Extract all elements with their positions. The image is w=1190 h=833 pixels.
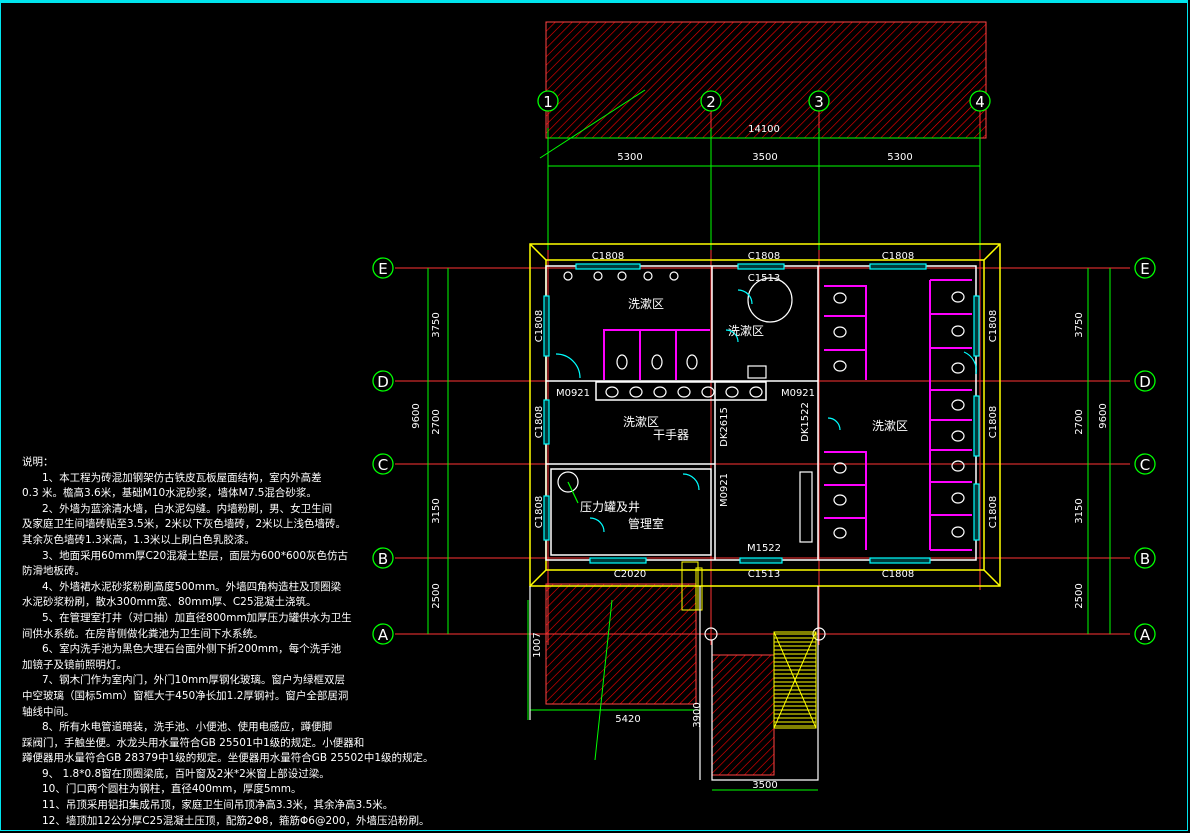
note-line: 3、地面采用60mm厚C20混凝土垫层，面层为600*600灰色仿古 — [42, 549, 349, 562]
note-line: 8、所有水电管道暗装，洗手池、小便池、使用电感应，蹲便脚 — [42, 721, 333, 734]
lower-hatch-area-left — [545, 583, 697, 705]
dim-row-d-c-left: 2700 — [431, 409, 442, 434]
window-left-lower: C1808 — [534, 496, 545, 528]
door-dk-left: DK2615 — [719, 407, 730, 447]
interior-walls — [545, 265, 977, 561]
lower-hatch-area-right — [711, 654, 775, 776]
dim-bottom-width: 5420 — [615, 714, 640, 725]
note-line: 10、门口两个圆柱为钢柱，直径400mm，厚度5mm。 — [42, 783, 302, 796]
note-line: 防滑地板砖。 — [22, 565, 85, 578]
dim-mid-vertical: 3900 — [692, 702, 703, 727]
axis-row-d-right: D — [1139, 373, 1151, 391]
roof-hatch-area — [545, 21, 987, 139]
room-wash-upper-left: 洗漱区 — [628, 297, 664, 311]
axis-row-e-right: E — [1140, 260, 1149, 278]
window-bottom-mid: C1513 — [748, 569, 780, 580]
dim-total-depth-right: 9600 — [1098, 403, 1109, 428]
dim-ramp-width: 3500 — [752, 780, 777, 791]
window-bottom-right: C1808 — [882, 569, 914, 580]
door-swings — [555, 289, 977, 533]
dim-bay-1: 5300 — [617, 152, 642, 163]
note-line: 水泥砂浆粉刷，散水300mm宽、80mm厚、C25混凝土浇筑。 — [22, 596, 317, 609]
dim-row-d-c-right: 2700 — [1074, 409, 1085, 434]
window-left-mid: C1808 — [534, 406, 545, 438]
axis-row-b-right: B — [1140, 550, 1150, 568]
axis-col-1: 1 — [543, 93, 553, 111]
axis-col-3: 3 — [814, 93, 824, 111]
dim-bay-3: 5300 — [887, 152, 912, 163]
window-top-left: C1808 — [592, 251, 624, 262]
room-wash-center: 洗漱区 — [728, 324, 764, 338]
room-pressure-tank: 压力罐及井 — [580, 500, 640, 514]
design-notes: 说明： 1、本工程为砖混加钢架仿古铁皮瓦板屋面结构，室内外高差 0.3 米。檐高3.… — [22, 455, 492, 829]
dim-row-e-d-left: 3750 — [431, 312, 442, 337]
window-right-mid: C1808 — [988, 406, 999, 438]
window-top-right: C1808 — [882, 251, 914, 262]
dim-row-b-a-right: 2500 — [1074, 583, 1085, 608]
note-line: 2、外墙为蓝涂清水墙，白水泥勾缝。内墙粉刷，男、女卫生间 — [42, 502, 333, 515]
note-line: 1、本工程为砖混加钢架仿古铁皮瓦板屋面结构，室内外高差 — [42, 471, 322, 484]
room-management: 管理室 — [628, 516, 664, 531]
window-bottom-left: C2020 — [614, 569, 646, 580]
axis-row-d-left: D — [377, 373, 389, 391]
axis-row-c-right: C — [1140, 456, 1150, 474]
note-line: 及家庭卫生间墙砖贴至3.5米，2米以下灰色墙砖，2米以上浅色墙砖。 — [22, 518, 347, 531]
room-wash-middle: 洗漱区 — [623, 415, 659, 429]
note-line: 加镜子及镜前照明灯。 — [22, 658, 127, 671]
door-mid: M0921 — [781, 388, 815, 399]
dim-total-width: 14100 — [748, 124, 780, 135]
note-line: 踩阀门，手触坐便。水龙头用水量符合GB 25501中1级的规定。小便器和 — [22, 736, 365, 749]
window-right-lower: C1808 — [988, 496, 999, 528]
dim-bay-2: 3500 — [752, 152, 777, 163]
note-line: 5、在管理室打井（对口抽）加直径800mm加厚压力罐供水为卫生 — [42, 611, 352, 624]
stall-partitions — [603, 279, 972, 551]
note-line: 11、吊顶采用铝扣集成吊顶，家庭卫生间吊顶净高3.3米，其余净高3.5米。 — [42, 799, 394, 812]
note-line: 7、钢木门作为室内门，外门10mm厚钢化玻璃。窗户为绿框双层 — [42, 674, 345, 687]
dim-left-vertical: 1007 — [532, 632, 543, 657]
note-line: 0.3 米。檐高3.6米，基础M10水泥砂浆，墙体M7.5混合砂浆。 — [22, 487, 317, 500]
axis-col-4: 4 — [975, 93, 985, 111]
window-left-upper: C1808 — [534, 310, 545, 342]
dim-total-depth-left: 9600 — [411, 403, 422, 428]
door-main: M1522 — [747, 543, 781, 554]
room-hand-dryer: 干手器 — [653, 428, 689, 442]
note-line: 4、外墙裙水泥砂浆粉刷高度500mm。外墙四角构造柱及顶圈梁 — [42, 580, 342, 593]
note-line: 12、墙顶加12公分厚C25混凝土压顶，配筋2Φ8，箍筋Φ6@200，外墙压沿粉… — [42, 814, 430, 827]
dim-row-e-d-right: 3750 — [1074, 312, 1085, 337]
window-right-upper: C1808 — [988, 310, 999, 342]
note-line: 轴线中间。 — [22, 705, 75, 718]
axis-row-e-left: E — [378, 260, 387, 278]
door-storage: M0921 — [719, 473, 730, 507]
dim-row-c-b-right: 3150 — [1074, 498, 1085, 523]
note-line: 其余灰色墙砖1.3米高，1.3米以上刷白色乳胶漆。 — [22, 533, 255, 546]
windows — [543, 263, 980, 564]
note-line: 6、室内洗手池为黑色大理石台面外侧下折200mm，每个洗手池 — [42, 643, 342, 656]
note-line: 中空玻璃（国标5mm）窗框大于450净长加1.2厚钢衬。窗户全部居洞 — [22, 689, 349, 702]
window-inner-top: C1513 — [748, 273, 780, 284]
room-wash-right: 洗漱区 — [872, 419, 908, 433]
note-line: 间供水系统。在房背侧做化粪池为卫生间下水系统。 — [22, 627, 264, 640]
door-dk-right: DK1522 — [800, 402, 811, 442]
note-line: 9、 1.8*0.8窗在顶圈梁底，百叶窗及2米*2米窗上部设过梁。 — [42, 767, 330, 780]
axis-col-2: 2 — [706, 93, 716, 111]
note-line: 蹲便器用水量符合GB 28379中1级的规定。坐便器用水量符合GB 25502中… — [22, 752, 434, 765]
notes-heading: 说明： — [22, 456, 54, 468]
window-top-mid: C1808 — [748, 251, 780, 262]
axis-row-a-right: A — [1140, 626, 1151, 644]
door-left: M0921 — [556, 388, 590, 399]
